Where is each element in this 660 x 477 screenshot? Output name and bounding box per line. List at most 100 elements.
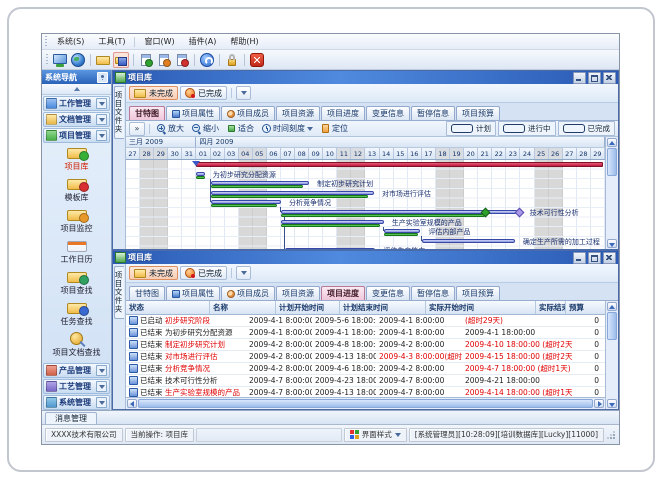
globe-icon[interactable]: [70, 52, 86, 68]
table-window-titlebar[interactable]: 项目库: [113, 251, 618, 264]
column-header[interactable]: 预算: [566, 301, 605, 314]
filter-button[interactable]: 已完成: [180, 86, 227, 100]
my-computer-icon[interactable]: [52, 52, 68, 68]
folder-save-icon[interactable]: [113, 52, 129, 68]
sidebar-item[interactable]: 项目库: [42, 145, 111, 172]
scroll-right-button[interactable]: [594, 399, 604, 408]
sidebar-section-header[interactable]: 产品管理: [43, 363, 110, 378]
section-toggle-button[interactable]: [96, 365, 107, 376]
scrollbar-thumb[interactable]: [607, 148, 617, 176]
maximize-button[interactable]: [588, 252, 601, 264]
gantt-tool-button[interactable]: 缩小: [189, 123, 222, 135]
gantt-done-bar[interactable]: [281, 224, 380, 227]
table-row[interactable]: 已结束 生产实验室规模的产品 2009-4-7 8:00:00 2009-4-1…: [126, 387, 605, 397]
panel-tab[interactable]: 暂停信息: [411, 106, 455, 120]
table-row[interactable]: 已结束 分析竞争情况 2009-4-2 8:00:00 2009-4-6 18:…: [126, 363, 605, 375]
column-header[interactable]: 状态: [126, 301, 210, 314]
panel-tab[interactable]: 项目预算: [456, 286, 500, 300]
table-horizontal-scrollbar[interactable]: [126, 397, 605, 409]
sidebar-section-header[interactable]: 工艺管理: [43, 379, 110, 394]
close-button[interactable]: [603, 252, 616, 264]
table-row[interactable]: 已结束 技术可行性分析 2009-4-7 8:00:00 2009-4-23 1…: [126, 375, 605, 387]
panel-tab[interactable]: 项目成员: [221, 106, 275, 120]
sidebar-item[interactable]: 项目监控: [42, 207, 111, 234]
gantt-done-bar[interactable]: [211, 195, 369, 198]
sep[interactable]: [194, 54, 195, 66]
form-delete-icon[interactable]: [174, 52, 190, 68]
gantt-done-bar[interactable]: [384, 233, 418, 236]
panel-tab[interactable]: 甘特图: [129, 286, 165, 300]
close-button[interactable]: [603, 72, 616, 84]
column-header[interactable]: 计划开始时间: [276, 301, 340, 314]
lock-icon[interactable]: [224, 52, 240, 68]
project-folder-tab[interactable]: 项目文件夹: [114, 266, 124, 319]
table-row[interactable]: 已结束 对市场进行评估 2009-4-2 8:00:00 2009-4-13 1…: [126, 351, 605, 363]
gantt-done-bar[interactable]: [281, 214, 485, 217]
project-folder-tab[interactable]: 项目文件夹: [114, 86, 124, 139]
sep[interactable]: [90, 54, 91, 66]
sidebar-item[interactable]: 模板库: [42, 176, 111, 203]
gantt-tool-button[interactable]: 放大: [154, 123, 187, 135]
filter-button[interactable]: 已完成: [180, 266, 227, 280]
pin-icon[interactable]: [97, 72, 108, 83]
sidebar-item[interactable]: 任务查找: [42, 300, 111, 327]
gantt-done-bar[interactable]: [211, 204, 277, 207]
sidebar-item[interactable]: 项目文档查找: [42, 331, 111, 358]
sep[interactable]: [244, 54, 245, 66]
form-edit-icon[interactable]: [156, 52, 172, 68]
sidebar-item[interactable]: 工作日历: [42, 238, 111, 265]
filter-dropdown-button[interactable]: [236, 266, 251, 280]
column-header[interactable]: 实际开始时间: [426, 301, 536, 314]
panel-tab[interactable]: 甘特图: [129, 106, 165, 120]
gantt-tool-button[interactable]: 定位: [318, 123, 351, 135]
section-toggle-button[interactable]: [96, 397, 107, 408]
sidebar-item[interactable]: 项目查找: [42, 269, 111, 296]
sidebar-section-header[interactable]: 项目管理: [43, 128, 110, 143]
panel-tab[interactable]: 项目属性: [166, 106, 220, 120]
help-icon[interactable]: [199, 52, 215, 68]
panel-tab[interactable]: 项目成员: [221, 286, 275, 300]
panel-tab[interactable]: 变更信息: [366, 106, 410, 120]
sidebar-section-header[interactable]: 工作管理: [43, 96, 110, 111]
panel-tab[interactable]: 项目预算: [456, 106, 500, 120]
scrollbar-thumb[interactable]: [138, 399, 593, 408]
section-toggle-button[interactable]: [96, 98, 107, 109]
minimize-button[interactable]: [573, 252, 586, 264]
scroll-down-button[interactable]: [607, 399, 617, 408]
section-toggle-button[interactable]: [96, 114, 107, 125]
menu-item[interactable]: 插件(A): [182, 35, 224, 48]
minimize-button[interactable]: [573, 72, 586, 84]
maximize-button[interactable]: [588, 72, 601, 84]
column-header[interactable]: 实际结束时间: [536, 301, 566, 314]
menu-item[interactable]: 窗口(W): [137, 35, 181, 48]
scrollbar-thumb[interactable]: [607, 312, 617, 340]
gantt-vertical-scrollbar[interactable]: [605, 137, 618, 249]
menu-item[interactable]: 工具(T): [91, 35, 132, 48]
section-toggle-button[interactable]: [96, 381, 107, 392]
filter-button[interactable]: 未完成: [129, 86, 178, 100]
menu-item[interactable]: 系统(S): [50, 35, 91, 48]
form-new-icon[interactable]: [138, 52, 154, 68]
column-header[interactable]: 计划结束时间: [340, 301, 426, 314]
sep[interactable]: [219, 54, 220, 66]
panel-tab[interactable]: 项目进度: [321, 106, 365, 120]
table-row[interactable]: 已结束 制定初步研究计划 2009-4-2 8:00:00 2009-4-8 1…: [126, 339, 605, 351]
resize-grip[interactable]: [606, 429, 616, 441]
ui-style-button[interactable]: 界面样式: [344, 428, 407, 442]
folder-icon[interactable]: [95, 52, 111, 68]
scroll-down-button[interactable]: [607, 239, 617, 248]
sidebar-scroll-up[interactable]: [42, 84, 111, 95]
menu-item[interactable]: 帮助(H): [223, 35, 265, 48]
filter-dropdown-button[interactable]: [236, 86, 251, 100]
gantt-window-titlebar[interactable]: 项目库: [113, 71, 618, 84]
sidebar-section-header[interactable]: 文档管理: [43, 112, 110, 127]
exit-icon[interactable]: [249, 52, 265, 68]
sep[interactable]: [133, 54, 134, 66]
panel-tab[interactable]: 项目属性: [166, 286, 220, 300]
column-header[interactable]: 名称: [210, 301, 276, 314]
gantt-done-bar[interactable]: [196, 176, 204, 179]
filter-button[interactable]: 未完成: [129, 266, 178, 280]
section-toggle-button[interactable]: [96, 130, 107, 141]
table-row[interactable]: 已启动 初步研究阶段 2009-4-1 8:00:00 2009-5-6 18:…: [126, 315, 605, 327]
gantt-tool-button[interactable]: 适合: [224, 123, 257, 135]
